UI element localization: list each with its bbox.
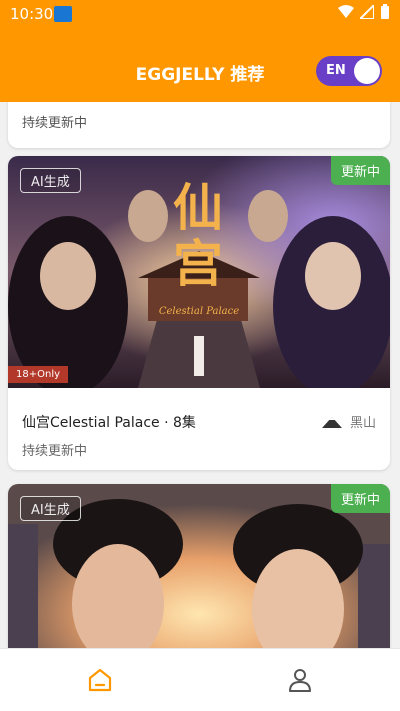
age-badge: 18+Only — [8, 366, 69, 383]
cover-subtitle: Celestial Palace — [158, 306, 240, 317]
battery-icon — [381, 4, 389, 19]
toggle-knob — [354, 58, 380, 84]
mountain-icon — [321, 416, 342, 428]
cover-title: 仙宫 — [173, 178, 223, 293]
drama-card[interactable]: 持续更新中 — [8, 102, 390, 148]
tab-profile[interactable] — [200, 649, 400, 711]
card-status: 持续更新中 — [22, 116, 88, 131]
update-badge: 更新中 — [330, 156, 390, 185]
signal-icon — [360, 5, 374, 19]
app-header: 10:30 EGGJELLY 推荐 EN — [0, 0, 400, 102]
status-bar: 10:30 — [0, 0, 400, 28]
language-toggle[interactable]: EN — [316, 56, 382, 86]
notification-icon — [54, 6, 72, 22]
drama-title: 仙宫Celestial Palace · 8集 — [22, 415, 196, 431]
drama-card[interactable]: 仙宫 Celestial Palace AI生成 更新中 18+Only 仙宫C… — [8, 156, 390, 470]
profile-icon — [289, 669, 311, 692]
card-status: 持续更新中 — [22, 444, 88, 459]
wifi-icon — [338, 5, 354, 18]
drama-feed[interactable]: 持续更新中 仙宫 Celestial Palace AI生成 更新中 18+On… — [0, 102, 400, 648]
system-icons — [338, 4, 390, 20]
studio-info: 黑山 — [321, 412, 376, 431]
status-time: 10:30 — [10, 5, 54, 23]
ai-generated-badge: AI生成 — [20, 168, 81, 193]
bottom-tab-bar — [0, 648, 400, 711]
home-icon — [88, 668, 112, 692]
studio-name: 黑山 — [349, 416, 376, 431]
drama-card[interactable]: AI生成 更新中 — [8, 484, 390, 648]
tab-home[interactable] — [0, 649, 200, 711]
ai-generated-badge: AI生成 — [20, 496, 81, 521]
language-toggle-label: EN — [326, 63, 346, 78]
update-badge: 更新中 — [330, 484, 390, 513]
